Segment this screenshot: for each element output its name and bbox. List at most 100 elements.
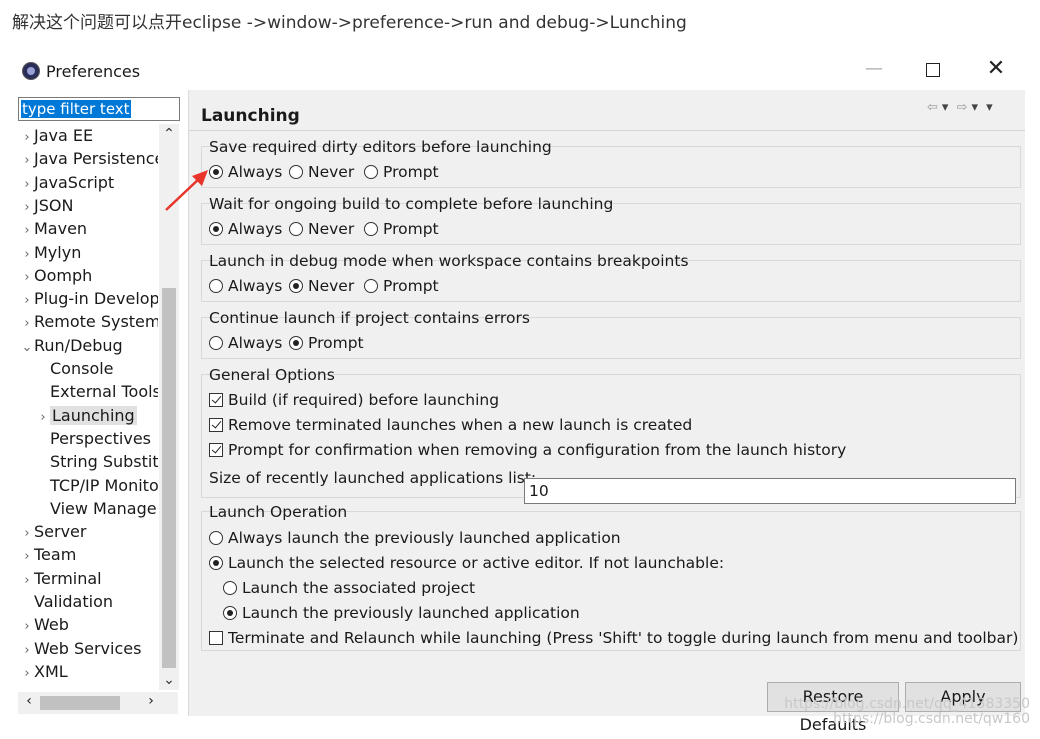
debug-mode-always-radio[interactable]: Always <box>209 276 282 296</box>
expand-chevron-icon[interactable]: › <box>20 289 34 312</box>
tree-item-console[interactable]: Console <box>36 357 114 380</box>
tree-item-validation[interactable]: Validation <box>20 590 113 613</box>
checkbox-box[interactable] <box>209 418 223 432</box>
radio-circle[interactable] <box>364 279 378 293</box>
radio-circle[interactable] <box>209 336 223 350</box>
tree-item-terminal[interactable]: › Terminal <box>20 567 101 592</box>
expand-chevron-icon[interactable]: › <box>20 569 34 592</box>
checkbox-box[interactable] <box>209 443 223 457</box>
scroll-left-icon[interactable]: ‹ <box>20 693 38 709</box>
expand-chevron-icon[interactable]: › <box>20 173 34 196</box>
wait-build-prompt-radio[interactable]: Prompt <box>364 219 439 239</box>
remove-terminated-checkbox[interactable]: Remove terminated launches when a new la… <box>209 415 692 435</box>
tree-item-plug-in-development[interactable]: ›Plug-in Development <box>20 287 158 310</box>
radio-circle[interactable] <box>364 222 378 236</box>
view-menu-icon[interactable]: ▾ <box>986 100 993 115</box>
tree-item-java-ee[interactable]: › Java EE <box>20 124 93 147</box>
scroll-thumb[interactable] <box>162 288 176 668</box>
radio-circle[interactable] <box>289 165 303 179</box>
tree-item-web-services[interactable]: › Web Services <box>20 637 141 660</box>
build-before-launch-checkbox[interactable]: Build (if required) before launching <box>209 390 499 410</box>
tree-horizontal-scrollbar[interactable]: ‹ › <box>18 692 178 714</box>
checkbox-box[interactable] <box>209 393 223 407</box>
save-dirty-never-radio[interactable]: Never <box>289 162 354 182</box>
launch-previous-radio[interactable]: Always launch the previously launched ap… <box>209 528 621 548</box>
wait-build-options: Always Never Prompt <box>209 219 609 239</box>
terminate-relaunch-checkbox[interactable]: Terminate and Relaunch while launching (… <box>209 628 1018 648</box>
radio-circle[interactable] <box>209 279 223 293</box>
tree-item-xml[interactable]: › XML <box>20 660 68 685</box>
tree-item-javascript[interactable]: › JavaScript <box>20 171 114 194</box>
forward-menu-icon[interactable]: ▾ <box>971 100 978 115</box>
back-icon[interactable]: ⇦ <box>927 100 938 115</box>
forward-icon[interactable]: ⇨ <box>957 100 968 115</box>
tree-item-json[interactable]: › JSON <box>20 194 73 217</box>
filter-input[interactable]: type filter text <box>18 97 180 121</box>
radio-circle[interactable] <box>209 222 223 236</box>
tree-item-web[interactable]: › Web <box>20 613 69 636</box>
tree-item-server[interactable]: › Server <box>20 520 86 543</box>
expand-chevron-icon[interactable]: › <box>20 545 34 568</box>
close-icon[interactable]: ✕ <box>984 56 1008 84</box>
radio-circle[interactable] <box>289 279 303 293</box>
tree-item-maven[interactable]: › Maven <box>20 217 87 240</box>
scroll-right-icon[interactable]: › <box>142 693 160 709</box>
radio-circle[interactable] <box>289 222 303 236</box>
save-dirty-prompt-radio[interactable]: Prompt <box>364 162 439 182</box>
expand-chevron-icon[interactable]: ⌄ <box>20 336 34 359</box>
tree-item-mylyn[interactable]: › Mylyn <box>20 241 81 264</box>
radio-circle[interactable] <box>209 556 223 570</box>
back-menu-icon[interactable]: ▾ <box>942 100 949 115</box>
errors-always-radio[interactable]: Always <box>209 333 282 353</box>
expand-chevron-icon[interactable]: › <box>20 615 34 638</box>
launch-selected-radio[interactable]: Launch the selected resource or active e… <box>209 553 724 573</box>
tree-item-java-persistence[interactable]: › Java Persistence <box>20 147 158 170</box>
debug-mode-prompt-radio[interactable]: Prompt <box>364 276 439 296</box>
radio-label: Always <box>228 277 283 295</box>
expand-chevron-icon[interactable]: › <box>20 522 34 545</box>
tree-item-view-management[interactable]: View Management <box>36 497 158 520</box>
expand-chevron-icon[interactable]: › <box>20 639 34 662</box>
checkbox-box[interactable] <box>209 631 223 645</box>
save-dirty-always-radio[interactable]: Always <box>209 162 282 182</box>
tree-item-launching[interactable]: › Launching <box>36 404 137 427</box>
tree-item-label: XML <box>34 661 68 681</box>
horizontal-scroll-thumb[interactable] <box>40 696 120 710</box>
prompt-confirm-remove-checkbox[interactable]: Prompt for confirmation when removing a … <box>209 440 846 460</box>
radio-circle[interactable] <box>223 581 237 595</box>
tree-item-remote-systems[interactable]: › Remote Systems <box>20 310 158 333</box>
expand-chevron-icon[interactable]: › <box>20 266 34 289</box>
radio-circle[interactable] <box>209 531 223 545</box>
wait-build-never-radio[interactable]: Never <box>289 219 354 239</box>
expand-chevron-icon[interactable]: › <box>20 126 34 149</box>
tree-item-oomph[interactable]: › Oomph <box>20 264 92 287</box>
maximize-icon[interactable] <box>926 63 940 77</box>
article-caption: 解决这个问题可以点开eclipse ->window->preference->… <box>12 13 687 33</box>
debug-mode-never-radio[interactable]: Never <box>289 276 354 296</box>
launch-previous-sub-radio[interactable]: Launch the previously launched applicati… <box>223 603 580 623</box>
scroll-up-icon[interactable]: ⌃ <box>159 126 179 144</box>
expand-chevron-icon[interactable]: › <box>20 243 34 266</box>
radio-circle[interactable] <box>289 336 303 350</box>
tree-item-string-substitution[interactable]: String Substitution <box>36 450 158 473</box>
expand-chevron-icon[interactable]: › <box>20 149 34 172</box>
tree-item-run-debug[interactable]: ⌄Run/Debug <box>20 334 123 357</box>
wait-build-always-radio[interactable]: Always <box>209 219 282 239</box>
tree-item-team[interactable]: › Team <box>20 543 76 566</box>
radio-circle[interactable] <box>364 165 378 179</box>
expand-chevron-icon[interactable]: › <box>20 196 34 219</box>
errors-prompt-radio[interactable]: Prompt <box>289 333 364 353</box>
scroll-down-icon[interactable]: ⌄ <box>159 672 179 690</box>
launch-associated-project-radio[interactable]: Launch the associated project <box>223 578 475 598</box>
radio-circle[interactable] <box>223 606 237 620</box>
tree-item-tcp-ip-monitor[interactable]: TCP/IP Monitor <box>36 474 158 497</box>
title-bar: Preferences — ✕ <box>12 54 1030 90</box>
history-size-input[interactable]: 10 <box>524 478 1016 504</box>
tree-item-external-tools[interactable]: External Tools <box>36 380 158 403</box>
expand-chevron-icon[interactable]: › <box>36 406 50 429</box>
expand-chevron-icon[interactable]: › <box>20 312 34 335</box>
expand-chevron-icon[interactable]: › <box>20 219 34 242</box>
expand-chevron-icon[interactable]: › <box>20 662 34 685</box>
minimize-icon[interactable]: — <box>864 58 884 84</box>
tree-item-perspectives[interactable]: Perspectives <box>36 427 151 450</box>
